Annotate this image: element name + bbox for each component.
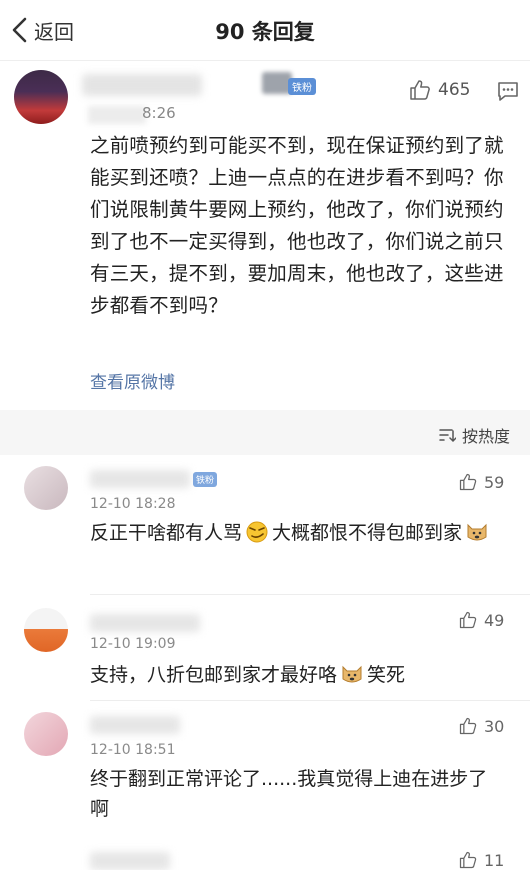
thumbs-up-icon <box>459 717 477 735</box>
post-time: 8:26 <box>142 104 176 122</box>
thumbs-up-icon <box>459 611 477 629</box>
like-button[interactable]: 59 <box>458 472 504 492</box>
like-button[interactable]: 49 <box>458 610 504 630</box>
like-count: 59 <box>484 472 505 492</box>
like-count: 11 <box>484 850 505 870</box>
comment-text: 反正干啥都有人骂 大概都恨不得包邮到家 <box>90 518 510 548</box>
comment-text: 终于翻到正常评论了......我真觉得上迪在进步了啊 <box>90 768 488 820</box>
like-count: 30 <box>484 716 505 736</box>
view-original-link[interactable]: 查看原微博 <box>90 368 175 393</box>
like-button[interactable]: 30 <box>458 716 504 736</box>
sort-icon <box>439 429 456 443</box>
thumbs-up-icon <box>459 473 477 491</box>
thumbs-up-icon <box>410 80 430 100</box>
like-button[interactable]: 465 <box>408 78 470 102</box>
comment-text-part: 反正干啥都有人骂 <box>90 522 243 544</box>
comment-time: 12-10 19:09 <box>90 636 176 652</box>
like-count: 465 <box>438 80 471 100</box>
blurred-username <box>82 74 202 96</box>
fan-badge: 铁粉 <box>193 472 218 487</box>
comment-text: 支持，八折包邮到家才最好咯 笑死 <box>90 660 510 690</box>
post-text: 之前喷预约到可能买不到，现在保证预约到了就能买到还喷？上迪一点点的在进步看不到吗… <box>90 134 504 317</box>
comment-time: 12-10 18:51 <box>90 742 176 758</box>
blurred-date <box>88 106 146 124</box>
comment-icon[interactable] <box>496 80 520 102</box>
divider <box>90 594 530 595</box>
page-title: 90 条回复 <box>215 20 315 44</box>
smirk-emoji-icon <box>246 521 268 543</box>
sort-label: 按热度 <box>461 427 510 446</box>
comment-text-part: 支持，八折包邮到家才最好咯 <box>90 664 338 686</box>
comment-time: 12-10 18:28 <box>90 496 176 512</box>
blurred-username <box>90 470 190 488</box>
sort-by-hot-button[interactable]: 按热度 <box>438 423 510 447</box>
like-button[interactable]: 11 <box>458 850 504 870</box>
comment-avatar[interactable] <box>24 712 68 756</box>
comment-avatar[interactable] <box>24 608 68 652</box>
comment-text-part: 笑死 <box>367 664 406 686</box>
blurred-username <box>90 614 200 632</box>
comment-avatar[interactable] <box>24 466 68 510</box>
comment-text-part: 大概都恨不得包邮到家 <box>272 522 463 544</box>
blurred-username <box>90 716 180 734</box>
blurred-username <box>90 852 170 870</box>
divider <box>90 700 530 701</box>
fan-badge: 铁粉 <box>288 78 316 95</box>
doge-emoji-icon <box>467 523 487 541</box>
avatar[interactable] <box>14 70 68 124</box>
like-count: 49 <box>484 610 505 630</box>
doge-emoji-icon <box>342 665 362 683</box>
thumbs-up-icon <box>459 851 477 869</box>
